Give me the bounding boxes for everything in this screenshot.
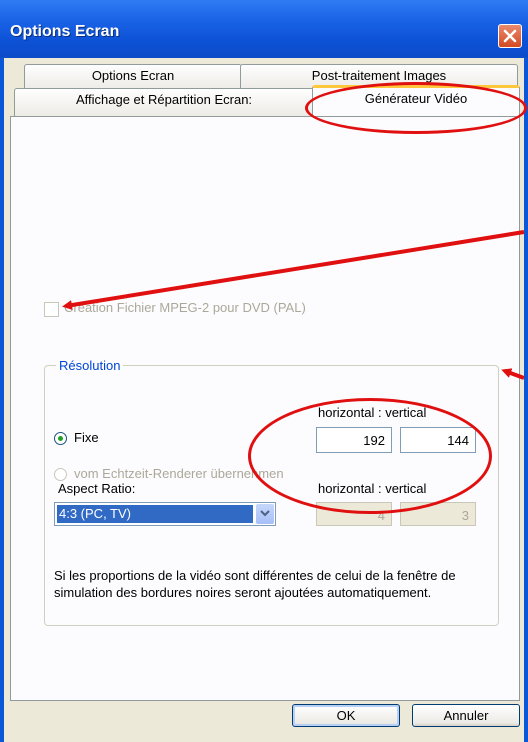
annotation-arrow-checkbox <box>62 230 525 310</box>
annotation-arrow-resolution <box>501 368 525 380</box>
dialog-window: Options Ecran Options Ecran Post-traitem… <box>0 0 528 742</box>
annotation-arrows <box>62 230 525 380</box>
